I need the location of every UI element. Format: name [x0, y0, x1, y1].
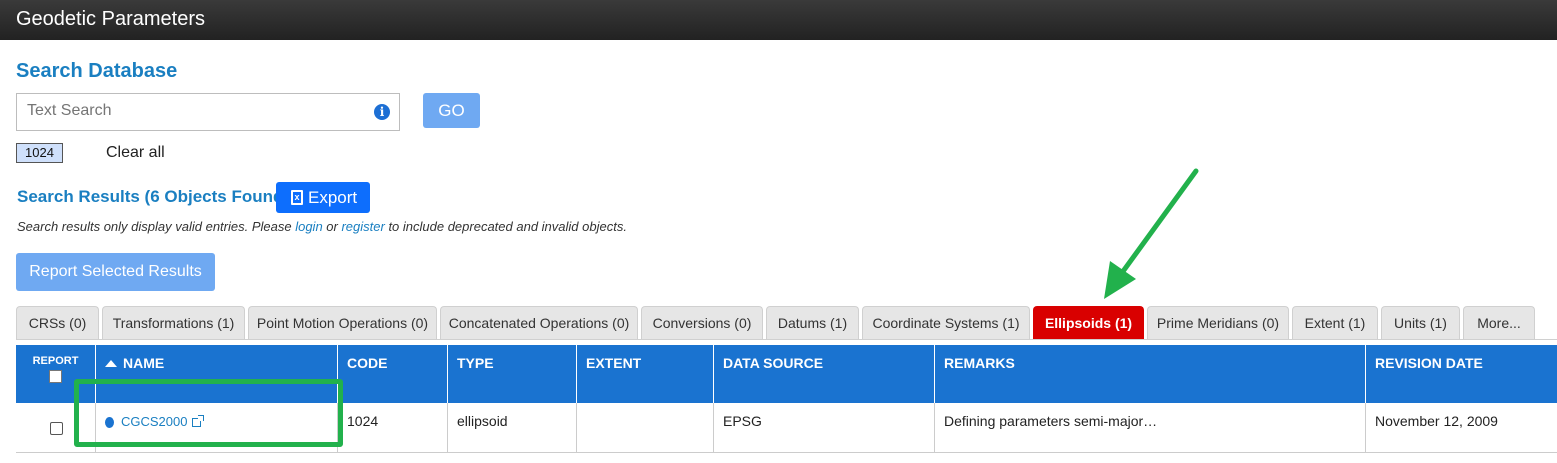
- column-report-label: REPORT: [32, 355, 79, 367]
- export-button[interactable]: x Export: [276, 182, 370, 213]
- clear-all-link[interactable]: Clear all: [106, 144, 165, 162]
- filter-tag[interactable]: 1024: [16, 143, 63, 163]
- annotation-highlight-box: [74, 379, 343, 447]
- tab-prime-meridians[interactable]: Prime Meridians (0): [1147, 306, 1289, 339]
- column-remarks[interactable]: REMARKS: [935, 345, 1366, 403]
- export-label: Export: [308, 188, 358, 207]
- column-revision-date[interactable]: REVISION DATE: [1366, 345, 1557, 403]
- search-heading: Search Database: [16, 60, 178, 82]
- tab-crss[interactable]: CRSs (0): [16, 306, 99, 339]
- tab-point-motion-operations[interactable]: Point Motion Operations (0): [248, 306, 437, 339]
- search-input[interactable]: [27, 94, 367, 128]
- select-all-checkbox[interactable]: [49, 370, 62, 383]
- results-heading: Search Results (6 Objects Found): [17, 187, 290, 206]
- tab-concatenated-operations[interactable]: Concatenated Operations (0): [440, 306, 638, 339]
- sort-ascending-icon: [105, 360, 117, 367]
- row-code: 1024: [338, 403, 448, 453]
- column-type[interactable]: TYPE: [448, 345, 577, 403]
- app-title: Geodetic Parameters: [16, 8, 205, 30]
- tab-ellipsoids[interactable]: Ellipsoids (1): [1033, 306, 1144, 339]
- register-link[interactable]: register: [341, 219, 384, 234]
- tab-coordinate-systems[interactable]: Coordinate Systems (1): [862, 306, 1030, 339]
- note-text-3: to include deprecated and invalid object…: [384, 219, 627, 234]
- row-type: ellipsoid: [448, 403, 577, 453]
- note-text-2: or: [322, 219, 342, 234]
- tab-datums[interactable]: Datums (1): [766, 306, 859, 339]
- results-note: Search results only display valid entrie…: [17, 219, 627, 234]
- search-field[interactable]: i: [16, 93, 400, 131]
- tab-transformations[interactable]: Transformations (1): [102, 306, 245, 339]
- excel-file-icon: x: [291, 190, 303, 205]
- row-revision-date: November 12, 2009: [1375, 413, 1498, 429]
- row-extent: [577, 403, 714, 453]
- column-code[interactable]: CODE: [338, 345, 448, 403]
- login-link[interactable]: login: [295, 219, 322, 234]
- column-name-label: NAME: [123, 355, 165, 371]
- report-selected-button[interactable]: Report Selected Results: [16, 253, 215, 291]
- tab-divider: [16, 339, 1557, 340]
- app-title-bar: Geodetic Parameters: [0, 0, 1557, 40]
- tab-more[interactable]: More...: [1463, 306, 1535, 339]
- annotation-arrow-icon: [1104, 168, 1199, 299]
- tab-extent[interactable]: Extent (1): [1292, 306, 1378, 339]
- go-button[interactable]: GO: [423, 93, 480, 128]
- column-extent[interactable]: EXTENT: [577, 345, 714, 403]
- row-data-source: EPSG: [714, 403, 935, 453]
- row-remarks: Defining parameters semi-major…: [935, 403, 1366, 453]
- row-checkbox[interactable]: [50, 422, 63, 435]
- tab-conversions[interactable]: Conversions (0): [641, 306, 763, 339]
- note-text-1: Search results only display valid entrie…: [17, 219, 296, 234]
- column-data-source[interactable]: DATA SOURCE: [714, 345, 935, 403]
- info-icon[interactable]: i: [374, 104, 390, 120]
- tab-units[interactable]: Units (1): [1381, 306, 1460, 339]
